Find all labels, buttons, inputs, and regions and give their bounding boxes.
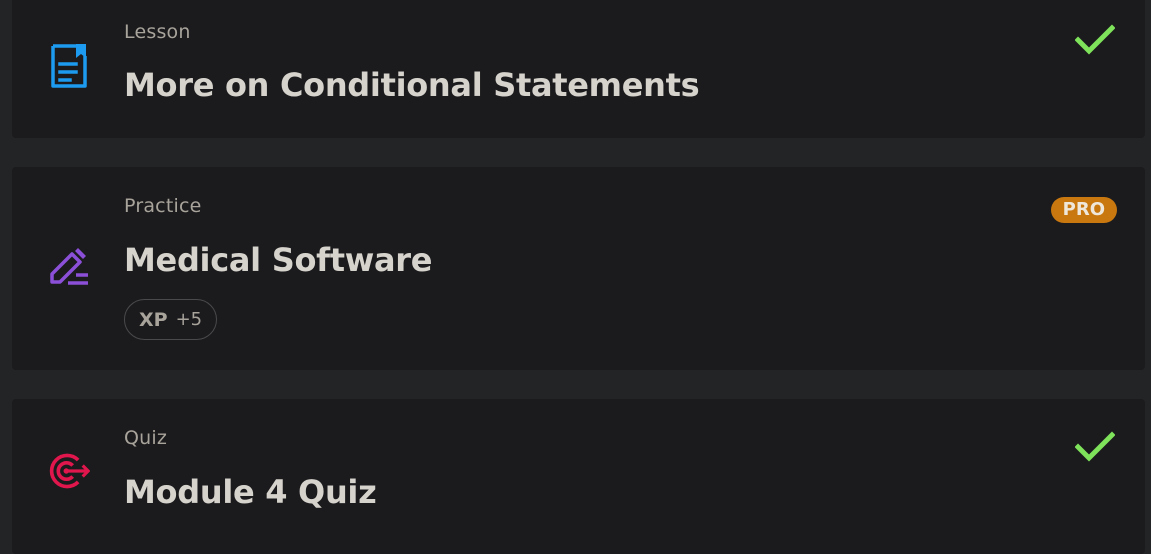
xp-reward-pill: XP +5 — [124, 299, 218, 340]
quiz-card[interactable]: Quiz Module 4 Quiz — [12, 399, 1145, 554]
practice-pencil-icon — [48, 243, 90, 291]
xp-label: XP — [139, 308, 168, 331]
item-title[interactable]: Module 4 Quiz — [124, 473, 377, 511]
item-type-label: Lesson — [124, 21, 191, 43]
xp-value: +5 — [175, 309, 203, 330]
item-type-label: Quiz — [124, 427, 168, 449]
pro-badge: PRO — [1050, 197, 1117, 223]
lesson-card[interactable]: Lesson More on Conditional Statements — [12, 0, 1145, 138]
practice-card[interactable]: Practice Medical Software PRO XP +5 — [12, 167, 1145, 370]
quiz-target-icon — [48, 447, 90, 495]
completed-check-icon — [1075, 431, 1115, 462]
completed-check-icon — [1075, 24, 1115, 55]
item-title[interactable]: Medical Software — [124, 241, 432, 279]
item-type-label: Practice — [124, 195, 202, 217]
item-title[interactable]: More on Conditional Statements — [124, 66, 700, 104]
lesson-document-icon — [48, 42, 90, 90]
